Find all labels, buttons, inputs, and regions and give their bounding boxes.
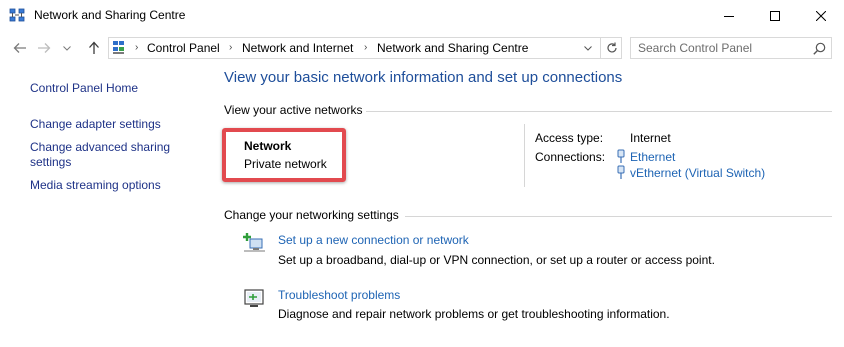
access-type-label: Access type: (535, 131, 604, 145)
troubleshoot-problems-link[interactable]: Troubleshoot problems (278, 288, 400, 302)
connection-link-ethernet[interactable]: Ethernet (630, 150, 675, 164)
section-divider (366, 111, 832, 112)
new-connection-icon (243, 231, 267, 255)
search-placeholder: Search Control Panel (638, 41, 753, 55)
setup-new-connection-description: Set up a broadband, dial-up or VPN conne… (278, 253, 715, 267)
setup-new-connection-link[interactable]: Set up a new connection or network (278, 233, 469, 247)
vertical-divider (524, 124, 525, 187)
title-bar: Network and Sharing Centre (0, 0, 844, 31)
page-title: View your basic network information and … (224, 69, 623, 86)
breadcrumb-separator: › (135, 42, 139, 53)
active-networks-heading: View your active networks (224, 103, 363, 117)
sidebar-item-change-adapter-settings[interactable]: Change adapter settings (30, 117, 161, 132)
troubleshoot-icon (243, 287, 267, 311)
ethernet-connection-icon (616, 149, 626, 164)
refresh-icon[interactable] (600, 37, 622, 59)
connections-label: Connections: (535, 150, 606, 164)
maximize-button[interactable] (752, 0, 798, 31)
sidebar: Control Panel Home Change adapter settin… (0, 65, 205, 347)
control-panel-icon (112, 40, 130, 56)
recent-locations-chevron-icon[interactable] (62, 40, 72, 56)
window-title: Network and Sharing Centre (34, 8, 186, 22)
network-profile-type[interactable]: Private network (244, 157, 327, 171)
close-button[interactable] (798, 0, 844, 31)
breadcrumb-separator: › (364, 42, 368, 53)
sidebar-item-control-panel-home[interactable]: Control Panel Home (30, 81, 138, 96)
breadcrumb-network-and-sharing-centre[interactable]: Network and Sharing Centre (377, 41, 528, 55)
search-icon[interactable] (813, 42, 826, 55)
up-arrow-icon[interactable] (86, 40, 102, 56)
network-sharing-icon (9, 8, 25, 23)
breadcrumb-separator: › (229, 42, 233, 53)
back-arrow-icon[interactable] (12, 40, 28, 56)
search-input[interactable]: Search Control Panel (630, 37, 832, 59)
troubleshoot-problems-description: Diagnose and repair network problems or … (278, 307, 670, 321)
ethernet-connection-icon (616, 165, 626, 180)
connection-link-vethernet[interactable]: vEthernet (Virtual Switch) (630, 166, 765, 180)
sidebar-item-media-streaming-options[interactable]: Media streaming options (30, 178, 161, 193)
breadcrumb-control-panel[interactable]: Control Panel (147, 41, 220, 55)
change-settings-heading: Change your networking settings (224, 208, 399, 222)
address-bar[interactable]: › Control Panel › Network and Internet ›… (108, 37, 622, 59)
breadcrumb-network-and-internet[interactable]: Network and Internet (242, 41, 353, 55)
sidebar-item-change-advanced-sharing-settings[interactable]: Change advanced sharing settings (30, 140, 180, 170)
highlight-annotation-box (222, 128, 346, 182)
forward-arrow-icon[interactable] (36, 40, 52, 56)
minimize-button[interactable] (706, 0, 752, 31)
section-divider (405, 216, 832, 217)
address-dropdown-chevron-icon[interactable] (579, 37, 597, 59)
access-type-value: Internet (630, 131, 671, 145)
network-name: Network (244, 139, 292, 153)
